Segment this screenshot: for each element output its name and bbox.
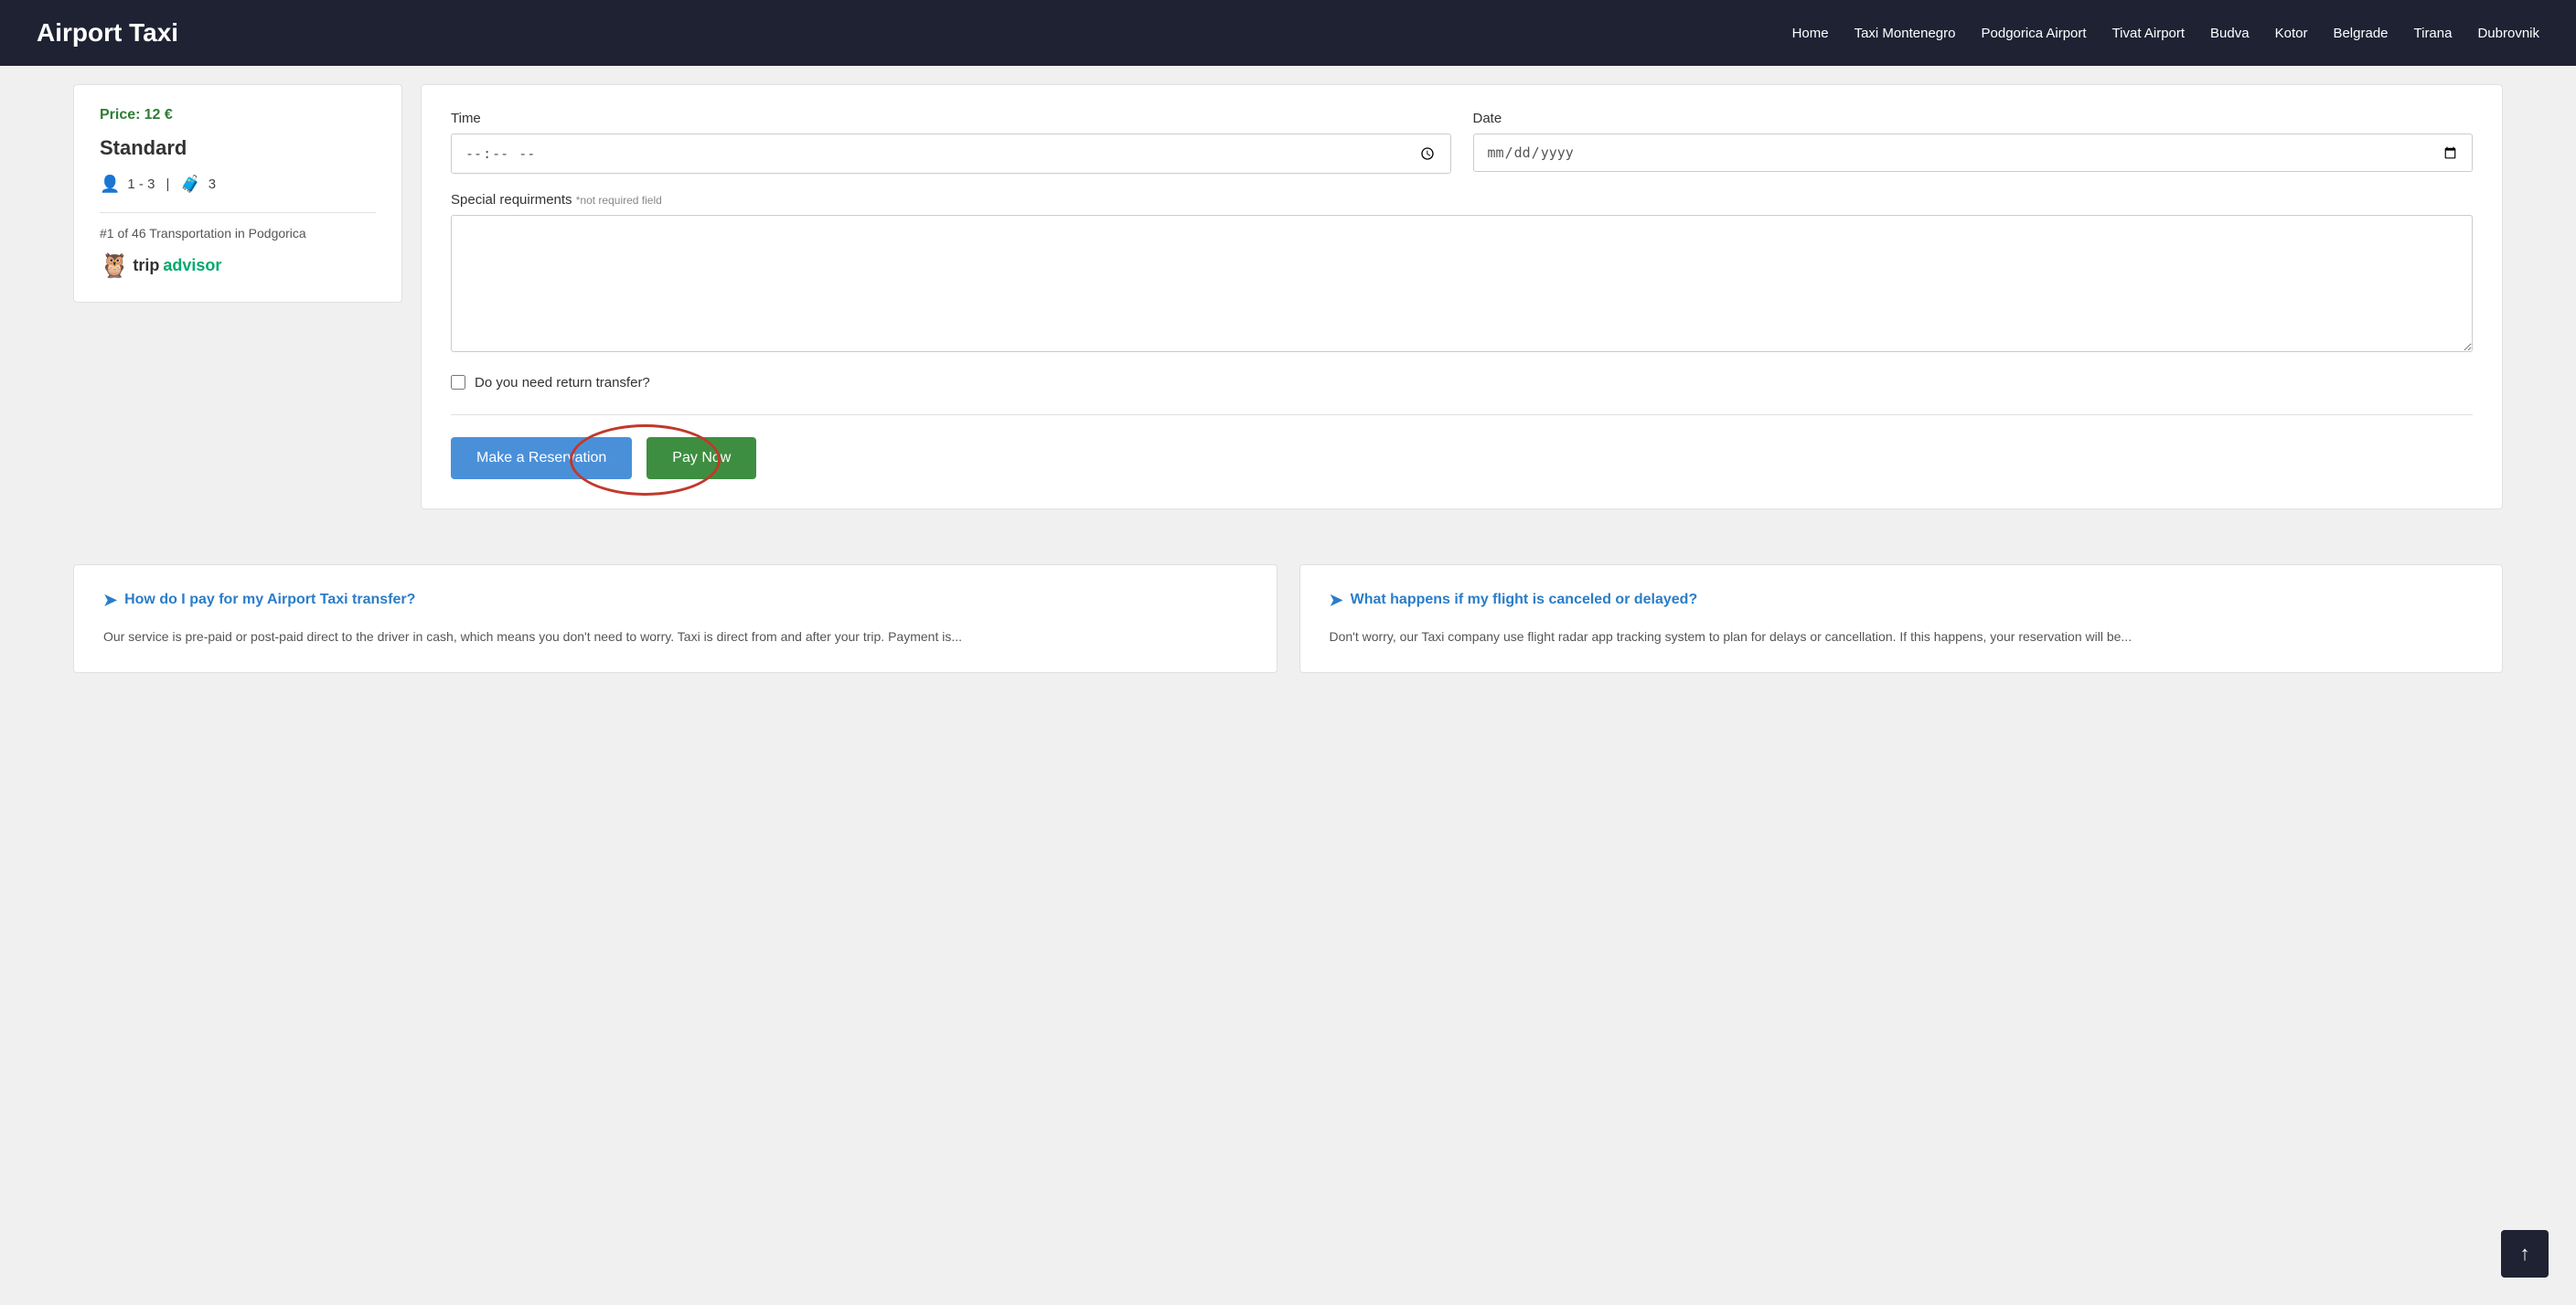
nav-belgrade[interactable]: Belgrade	[2333, 26, 2388, 41]
faq-card-0: ➤ How do I pay for my Airport Taxi trans…	[73, 564, 1277, 673]
vehicle-specs: 👤 1 - 3 | 🧳 3	[100, 175, 376, 194]
pay-now-button[interactable]: Pay Now	[647, 437, 756, 479]
nav-tivat-airport[interactable]: Tivat Airport	[2112, 26, 2185, 41]
faq-answer-1: Don't worry, our Taxi company use flight…	[1330, 626, 2474, 647]
top-section: Price: 12 € Standard 👤 1 - 3 | 🧳 3 #1 of…	[0, 66, 2576, 528]
faq-section: ➤ How do I pay for my Airport Taxi trans…	[0, 564, 2576, 673]
special-req-section: Special requirments *not required field	[451, 192, 2473, 375]
ta-advisor-text: advisor	[163, 256, 221, 275]
page-content: Price: 12 € Standard 👤 1 - 3 | 🧳 3 #1 of…	[0, 66, 2576, 728]
card-divider	[100, 212, 376, 213]
main-nav: Home Taxi Montenegro Podgorica Airport T…	[1792, 26, 2539, 41]
faq-arrow-icon-1: ➤	[1330, 591, 1343, 610]
nav-tirana[interactable]: Tirana	[2414, 26, 2453, 41]
site-logo: Airport Taxi	[37, 18, 178, 48]
passengers-range: 1 - 3	[127, 176, 155, 192]
nav-budva[interactable]: Budva	[2210, 26, 2250, 41]
price-text: Price:	[100, 107, 140, 123]
make-reservation-button[interactable]: Make a Reservation	[451, 437, 632, 479]
return-transfer-label: Do you need return transfer?	[475, 375, 650, 390]
time-input[interactable]	[451, 134, 1451, 174]
date-input[interactable]	[1473, 134, 2474, 172]
not-required-note: *not required field	[576, 194, 662, 207]
nav-taxi-montenegro[interactable]: Taxi Montenegro	[1855, 26, 1956, 41]
faq-question-0[interactable]: ➤ How do I pay for my Airport Taxi trans…	[103, 591, 1247, 610]
faq-question-1[interactable]: ➤ What happens if my flight is canceled …	[1330, 591, 2474, 610]
special-req-label: Special requirments *not required field	[451, 192, 2473, 208]
nav-dubrovnik[interactable]: Dubrovnik	[2477, 26, 2539, 41]
buttons-row: Make a Reservation Pay Now	[451, 437, 2473, 479]
price-label: Price: 12 €	[100, 107, 376, 123]
faq-card-1: ➤ What happens if my flight is canceled …	[1299, 564, 2504, 673]
time-date-row: Time Date	[451, 111, 2473, 174]
return-transfer-row: Do you need return transfer?	[451, 375, 2473, 390]
vehicle-title: Standard	[100, 136, 376, 160]
passengers-icon: 👤	[100, 175, 120, 194]
ta-trip-text: trip	[133, 256, 159, 275]
form-divider	[451, 414, 2473, 415]
price-value: 12 €	[144, 107, 173, 123]
nav-home[interactable]: Home	[1792, 26, 1829, 41]
ta-owl-icon: 🦉	[100, 251, 129, 280]
time-label: Time	[451, 111, 1451, 126]
faq-arrow-icon-0: ➤	[103, 591, 117, 610]
vehicle-card: Price: 12 € Standard 👤 1 - 3 | 🧳 3 #1 of…	[73, 84, 402, 303]
date-group: Date	[1473, 111, 2474, 174]
faq-answer-0: Our service is pre-paid or post-paid dir…	[103, 626, 1247, 647]
nav-podgorica-airport[interactable]: Podgorica Airport	[1982, 26, 2087, 41]
tripadvisor-logo: 🦉 tripadvisor	[100, 251, 376, 280]
luggage-icon: 🧳	[180, 175, 200, 194]
date-label: Date	[1473, 111, 2474, 126]
luggage-count: 3	[208, 176, 216, 192]
ranking-text: #1 of 46 Transportation in Podgorica	[100, 226, 376, 241]
special-req-textarea[interactable]	[451, 215, 2473, 352]
booking-form: Time Date Special requirments *not requi…	[421, 84, 2503, 509]
time-group: Time	[451, 111, 1451, 174]
return-transfer-checkbox[interactable]	[451, 375, 465, 390]
nav-kotor[interactable]: Kotor	[2275, 26, 2308, 41]
scroll-top-button[interactable]: ↑	[2501, 1230, 2549, 1278]
